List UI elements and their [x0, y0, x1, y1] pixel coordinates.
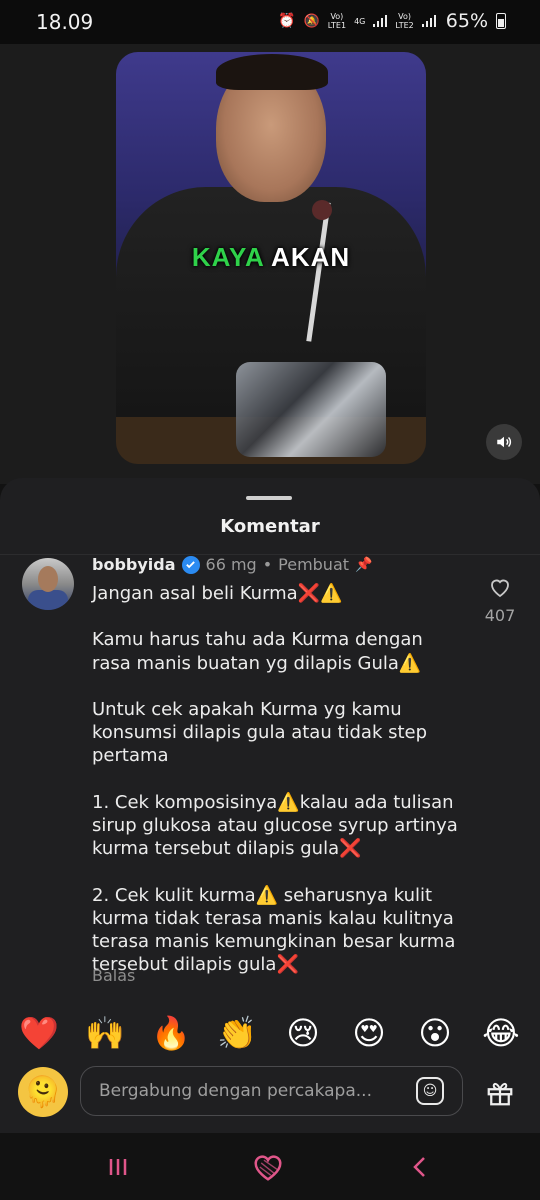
back-button[interactable] — [400, 1149, 440, 1185]
comment-line: 1. Cek komposisinya⚠️kalau ada tulisan s… — [92, 791, 458, 860]
back-chevron-icon — [413, 1157, 425, 1177]
comment-time: 66 mg — [205, 555, 257, 574]
sticker-icon[interactable]: ☺ — [416, 1077, 444, 1105]
heart-outline-icon — [491, 579, 509, 598]
comment-line: Jangan asal beli Kurma❌⚠️ — [92, 583, 343, 604]
battery-icon — [496, 13, 506, 29]
comment-composer: 🫠 Bergabung dengan percakapa... ☺ — [0, 1063, 540, 1123]
avatar-face — [38, 566, 58, 592]
home-button[interactable] — [248, 1149, 288, 1185]
reaction-heart[interactable]: ❤️ — [15, 1014, 63, 1060]
status-icons: ⏰ 🔕 Vo) LTE1 4G Vo) LTE2 65% — [278, 10, 506, 32]
video-player[interactable]: KAYA AKAN — [116, 52, 426, 464]
reply-button[interactable]: Balas — [92, 966, 135, 985]
comment-text: Jangan asal beli Kurma❌⚠️ Kamu harus tah… — [92, 582, 467, 976]
heart-home-icon — [254, 1155, 282, 1181]
video-date-fruit — [312, 200, 332, 220]
pin-icon: 📌 — [355, 556, 373, 573]
comment-line: Kamu harus tahu ada Kurma dengan rasa ma… — [92, 629, 423, 674]
caption-word-1: KAYA — [191, 242, 264, 272]
battery-percent: 65% — [445, 10, 488, 32]
verified-badge-icon — [181, 555, 200, 574]
status-bar: 18.09 ⏰ 🔕 Vo) LTE1 4G Vo) LTE2 65% — [0, 0, 540, 44]
network-type: 4G — [354, 16, 366, 26]
video-caption: KAYA AKAN — [116, 242, 426, 273]
status-time: 18.09 — [36, 10, 94, 34]
comment-line: Untuk cek apakah Kurma yg kamu konsumsi … — [92, 698, 428, 767]
reaction-clap[interactable]: 👏 — [213, 1014, 261, 1060]
like-button[interactable]: 407 — [478, 576, 522, 625]
quick-reactions-bar: ❤️ 🙌 🔥 👏 😢 😍 😮 😂 — [0, 1014, 540, 1060]
speaker-icon — [497, 436, 512, 448]
meta-separator: • — [262, 555, 273, 574]
alarm-icon: ⏰ — [278, 13, 296, 29]
comment-line: 2. Cek kulit kurma⚠️ seharusnya kulit ku… — [92, 884, 456, 976]
comment-input-placeholder: Bergabung dengan percakapa... — [99, 1081, 372, 1101]
reaction-raised-hands[interactable]: 🙌 — [81, 1014, 129, 1060]
gift-button[interactable] — [478, 1071, 522, 1115]
video-person-hair — [216, 54, 328, 90]
sound-button[interactable] — [486, 424, 522, 460]
recent-apps-button[interactable] — [98, 1149, 138, 1185]
video-package — [236, 362, 386, 457]
creator-label: Pembuat — [278, 555, 350, 574]
signal-icon — [373, 15, 388, 27]
comment-header: bobbyida 66 mg • Pembuat 📌 — [92, 555, 372, 574]
sim1-label: Vo) LTE1 — [327, 12, 347, 30]
gift-icon — [487, 1082, 513, 1106]
reaction-surprised[interactable]: 😮 — [411, 1014, 459, 1060]
signal-icon-2 — [421, 15, 436, 27]
reaction-fire[interactable]: 🔥 — [147, 1014, 195, 1060]
caption-word-2: AKAN — [271, 242, 351, 272]
avatar-suit — [28, 590, 68, 610]
reaction-crying[interactable]: 😢 — [279, 1014, 327, 1060]
user-avatar[interactable]: 🫠 — [18, 1067, 68, 1117]
video-area: KAYA AKAN — [0, 44, 540, 484]
commenter-avatar[interactable] — [22, 558, 74, 610]
reaction-laughing[interactable]: 😂 — [477, 1014, 525, 1060]
reaction-heart-eyes[interactable]: 😍 — [345, 1014, 393, 1060]
sheet-title: Komentar — [220, 516, 320, 537]
recents-icon — [109, 1159, 127, 1175]
comment-username[interactable]: bobbyida — [92, 555, 176, 574]
system-nav-bar — [0, 1133, 540, 1200]
sheet-drag-handle[interactable] — [246, 496, 292, 500]
like-count: 407 — [484, 606, 516, 625]
comment-input[interactable]: Bergabung dengan percakapa... ☺ — [80, 1066, 463, 1116]
sim2-label: Vo) LTE2 — [395, 12, 414, 30]
mute-icon: 🔕 — [303, 13, 320, 29]
